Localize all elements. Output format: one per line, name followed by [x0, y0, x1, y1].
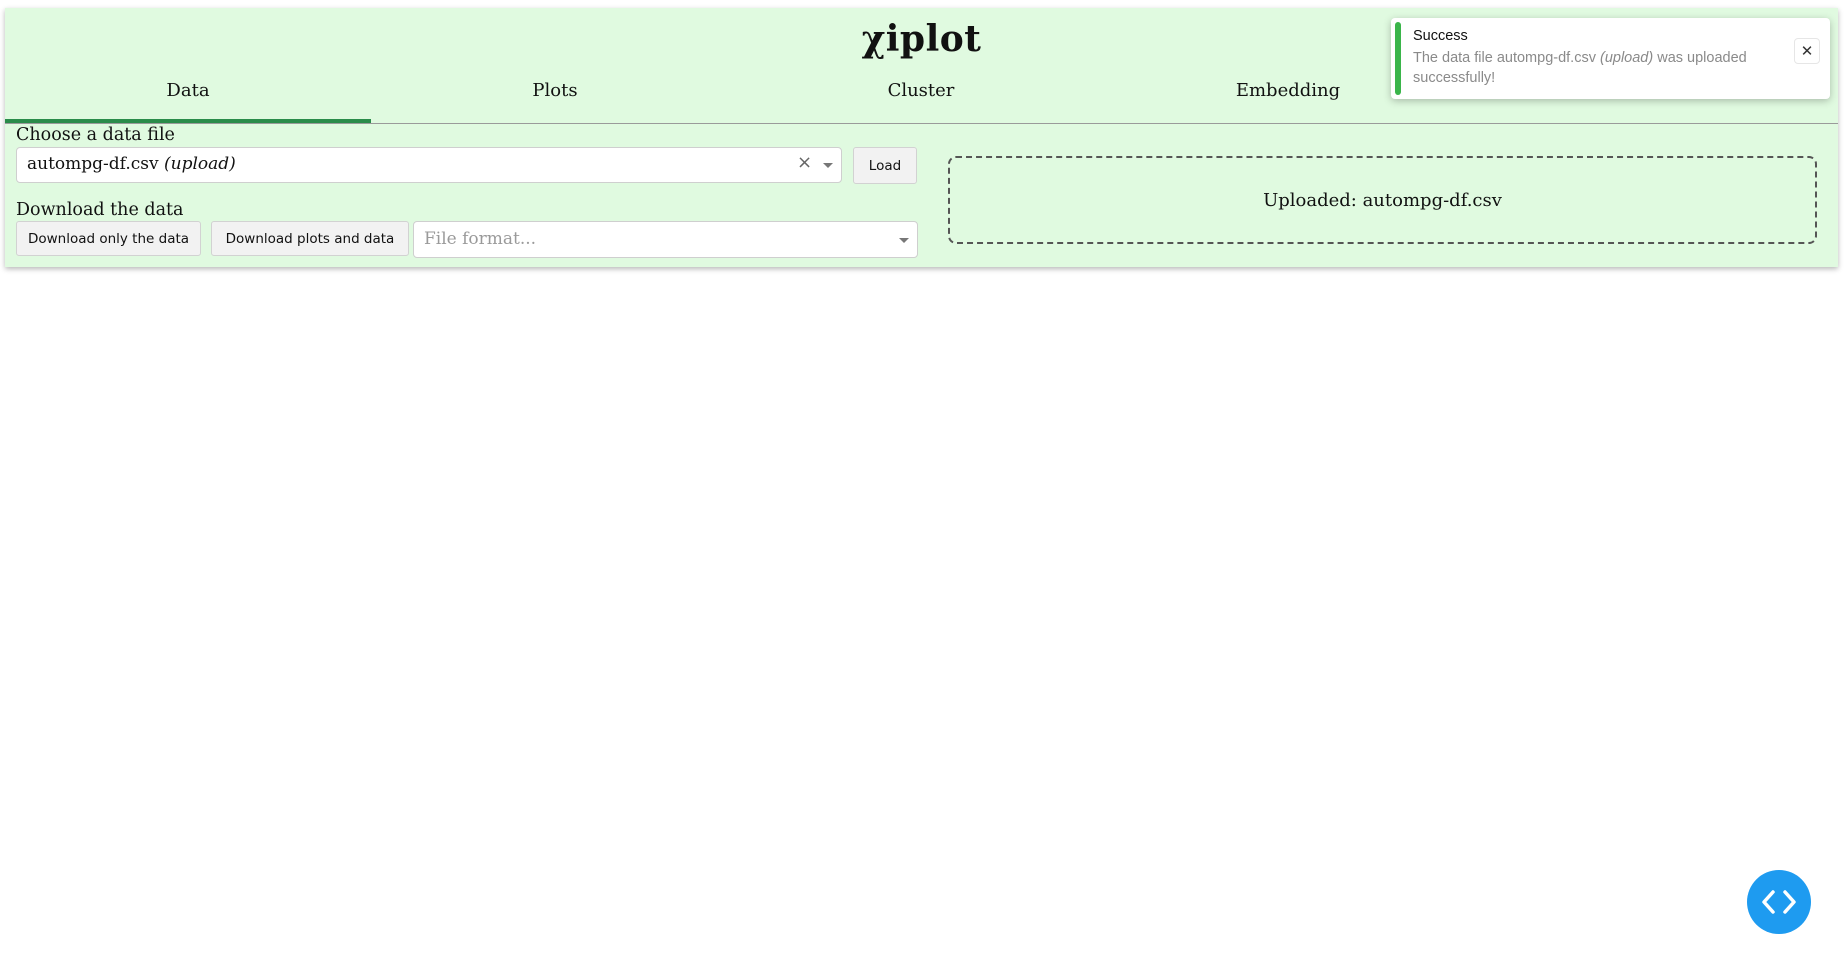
choose-file-label: Choose a data file — [16, 125, 175, 145]
download-plots-and-data-button[interactable]: Download plots and data — [211, 221, 409, 256]
code-icon — [1762, 890, 1796, 914]
code-toggle-button[interactable] — [1747, 870, 1811, 934]
load-button[interactable]: Load — [853, 147, 917, 184]
file-format-placeholder: File format... — [424, 229, 537, 249]
file-format-select[interactable]: File format... — [413, 221, 918, 258]
tab-cluster[interactable]: Cluster — [738, 70, 1104, 123]
file-select-value: autompg-df.csv (upload) — [27, 154, 236, 174]
tab-data[interactable]: Data — [5, 70, 371, 123]
toast-accent-bar — [1395, 22, 1401, 95]
close-icon[interactable]: ✕ — [1794, 38, 1820, 64]
toast-message: The data file autompg-df.csv (upload) wa… — [1413, 50, 1747, 86]
upload-status: Uploaded: autompg-df.csv — [1263, 189, 1502, 211]
toast-title: Success — [1413, 28, 1468, 44]
chevron-down-icon[interactable] — [823, 163, 833, 168]
chevron-down-icon[interactable] — [899, 238, 909, 243]
download-label: Download the data — [16, 200, 184, 220]
upload-dropzone[interactable]: Uploaded: autompg-df.csv — [948, 156, 1817, 244]
tab-plots[interactable]: Plots — [372, 70, 738, 123]
file-select[interactable]: autompg-df.csv (upload) × — [16, 147, 842, 183]
success-toast: Success The data file autompg-df.csv (up… — [1391, 18, 1830, 99]
download-data-button[interactable]: Download only the data — [16, 221, 201, 256]
clear-icon[interactable]: × — [797, 152, 812, 173]
